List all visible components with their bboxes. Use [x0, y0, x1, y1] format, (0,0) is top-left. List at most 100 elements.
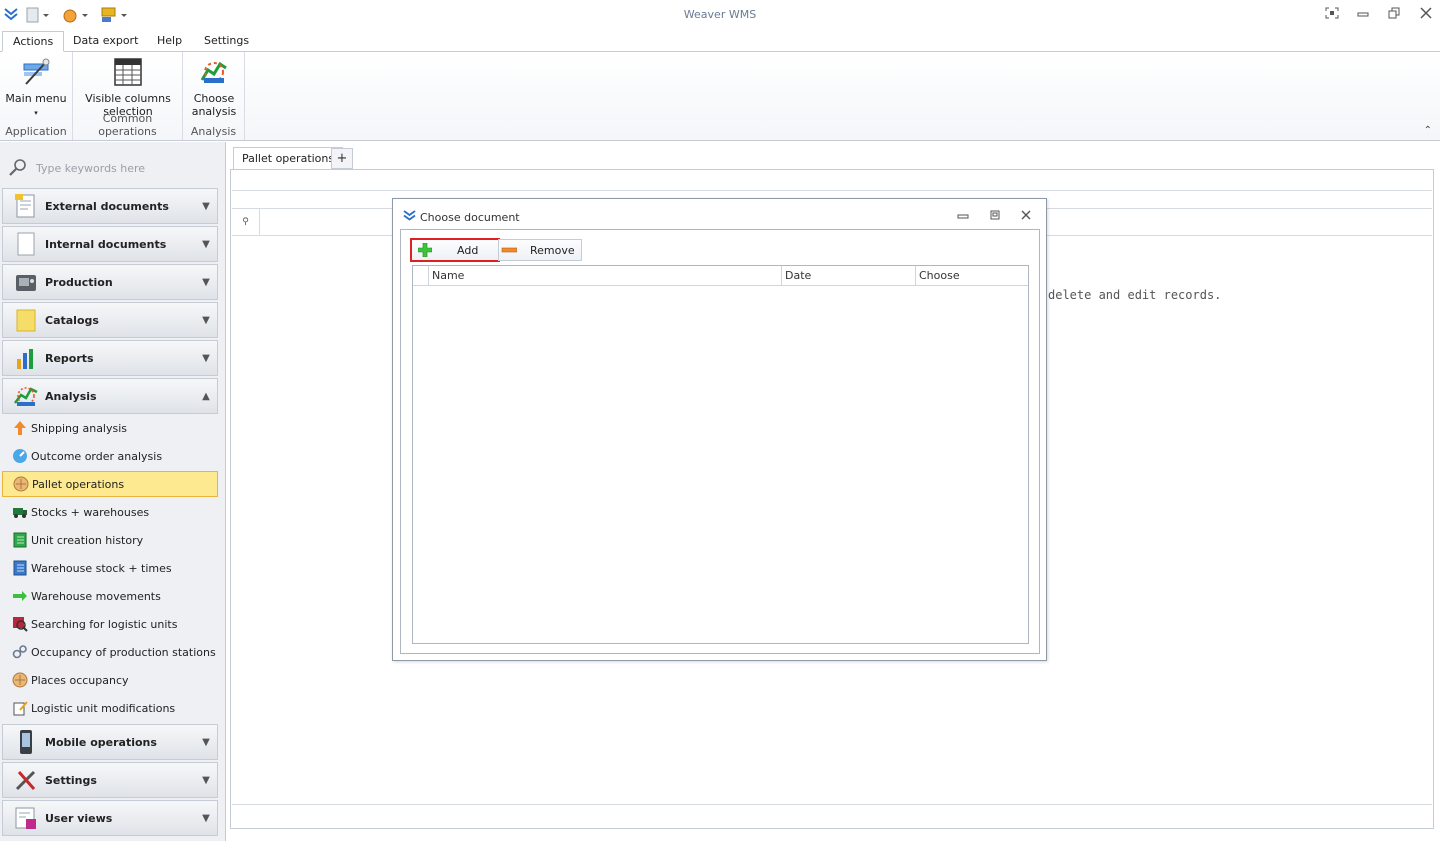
edit-icon	[12, 700, 28, 716]
nav-item-label: Searching for logistic units	[31, 617, 178, 631]
machine-icon	[13, 269, 39, 295]
analysis-icon	[13, 383, 39, 409]
green-arrows-icon	[12, 588, 28, 604]
ribbon-group-label-application: Application	[5, 125, 67, 138]
nav-item-pallet-operations[interactable]: Pallet operations	[2, 471, 218, 497]
sidebar: Type keywords here External documents ▼ …	[0, 142, 226, 841]
nav-group-label: Settings	[45, 773, 97, 787]
remove-button-label: Remove	[530, 243, 575, 257]
nav-group-label: Catalogs	[45, 313, 99, 327]
nav-group-production[interactable]: Production ▼	[2, 264, 218, 300]
dialog-close-icon[interactable]	[1019, 209, 1033, 223]
nav-group-mobile-operations[interactable]: Mobile operations ▼	[2, 724, 218, 760]
dialog-title-bar: Choose document	[403, 209, 520, 226]
choose-document-dialog: Choose document Add Remove Name Date Cho…	[392, 198, 1047, 661]
nav-item-outcome-order-analysis[interactable]: Outcome order analysis	[2, 443, 218, 469]
document-icon	[13, 193, 39, 219]
column-header-name[interactable]: Name	[428, 266, 781, 286]
nav-group-external-documents[interactable]: External documents ▼	[2, 188, 218, 224]
nav-item-label: Places occupancy	[31, 673, 129, 687]
nav-group-settings[interactable]: Settings ▼	[2, 762, 218, 798]
add-button[interactable]: Add	[410, 238, 500, 262]
chevron-down-icon: ▼	[202, 812, 210, 824]
app-window: Weaver WMS Actions Data export Help Sett…	[0, 0, 1440, 841]
divider	[232, 804, 1432, 805]
nav-item-label: Warehouse stock + times	[31, 561, 172, 575]
search-icon	[8, 157, 28, 180]
sidebar-search[interactable]: Type keywords here	[8, 157, 218, 179]
search-input[interactable]: Type keywords here	[36, 162, 145, 175]
nav-item-label: Pallet operations	[32, 477, 125, 491]
tools-icon	[13, 767, 39, 793]
nav-item-label: Logistic unit modifications	[31, 701, 176, 715]
column-header-choose[interactable]: Choose	[915, 266, 1028, 286]
user-views-icon	[13, 805, 39, 831]
window-title: Weaver WMS	[683, 8, 757, 21]
add-button-label: Add	[457, 243, 479, 257]
fullscreen-icon[interactable]	[1324, 7, 1340, 23]
choose-analysis-label-2: analysis	[191, 105, 237, 118]
nav-group-catalogs[interactable]: Catalogs ▼	[2, 302, 218, 338]
nav-item-stocks-warehouses[interactable]: Stocks + warehouses	[2, 499, 218, 525]
pallet-icon	[12, 672, 28, 688]
visible-columns-label: Visible columns	[85, 92, 171, 105]
close-icon[interactable]	[1418, 7, 1434, 23]
app-logo-icon	[403, 209, 416, 226]
tab-pallet-operations[interactable]: Pallet operations	[233, 147, 344, 170]
table-columns-icon	[112, 56, 144, 88]
nav-item-unit-creation-history[interactable]: Unit creation history	[2, 527, 218, 553]
tab-settings[interactable]: Settings	[194, 31, 259, 52]
remove-button[interactable]: Remove	[498, 239, 582, 261]
dialog-maximize-icon[interactable]	[988, 209, 1002, 223]
divider	[232, 190, 1432, 191]
tab-data-export[interactable]: Data export	[63, 31, 148, 52]
chevron-up-icon: ▲	[202, 390, 210, 402]
nav-item-places-occupancy[interactable]: Places occupancy	[2, 667, 218, 693]
nav-group-user-views[interactable]: User views ▼	[2, 800, 218, 836]
nav-item-label: Shipping analysis	[31, 421, 128, 435]
mobile-icon	[13, 729, 39, 755]
tab-help[interactable]: Help	[147, 31, 192, 52]
nav-group-internal-documents[interactable]: Internal documents ▼	[2, 226, 218, 262]
ribbon-group-analysis: Choose analysis Analysis	[183, 52, 245, 140]
nav-item-warehouse-movements[interactable]: Warehouse movements	[2, 583, 218, 609]
arrow-up-icon	[12, 420, 28, 436]
blank-page-icon	[13, 231, 39, 257]
chevron-down-icon: ▼	[202, 200, 210, 212]
nav-item-searching-logistic-units[interactable]: Searching for logistic units	[2, 611, 218, 637]
main-menu-button[interactable]: Main menu ▾	[2, 56, 70, 120]
ribbon-group-label-common-operations: Common operations	[98, 112, 157, 138]
document-grid[interactable]: Name Date Choose	[412, 265, 1029, 644]
plus-icon	[417, 242, 433, 258]
chevron-down-icon: ▼	[202, 314, 210, 326]
minimize-icon[interactable]	[1355, 7, 1371, 23]
chevron-down-icon: ▼	[202, 238, 210, 250]
choose-analysis-button[interactable]: Choose analysis	[186, 56, 242, 118]
tab-actions[interactable]: Actions	[2, 31, 65, 52]
add-tab-button[interactable]: +	[331, 148, 353, 169]
filter-row-icon[interactable]: ⚲	[232, 209, 260, 235]
gears-icon	[12, 644, 28, 660]
nav-group-reports[interactable]: Reports ▼	[2, 340, 218, 376]
nav-group-label: Internal documents	[45, 237, 167, 251]
ribbon-group-label-analysis: Analysis	[190, 125, 237, 138]
collapse-ribbon-icon[interactable]: ⌃	[1424, 125, 1432, 136]
restore-icon[interactable]	[1386, 7, 1402, 23]
blue-book-icon	[12, 560, 28, 576]
nav-group-label: Mobile operations	[45, 735, 157, 749]
nav-item-logistic-unit-modifications[interactable]: Logistic unit modifications	[2, 695, 218, 721]
ribbon: Main menu ▾ Application Visible columns …	[0, 52, 1440, 141]
dialog-minimize-icon[interactable]	[956, 209, 970, 223]
nav-item-warehouse-stock-times[interactable]: Warehouse stock + times	[2, 555, 218, 581]
green-book-icon	[12, 532, 28, 548]
nav-item-label: Stocks + warehouses	[31, 505, 150, 519]
nav-item-occupancy-production-stations[interactable]: Occupancy of production stations	[2, 639, 218, 665]
bar-chart-icon	[13, 345, 39, 371]
main-menu-dropdown-icon: ▾	[34, 109, 38, 117]
nav-group-analysis[interactable]: Analysis ▲	[2, 378, 218, 414]
visible-columns-selection-button[interactable]: Visible columns selection	[78, 56, 178, 118]
nav-item-shipping-analysis[interactable]: Shipping analysis	[2, 415, 218, 441]
gauge-icon	[12, 448, 28, 464]
main-menu-label: Main menu	[5, 92, 67, 105]
column-header-date[interactable]: Date	[781, 266, 915, 286]
